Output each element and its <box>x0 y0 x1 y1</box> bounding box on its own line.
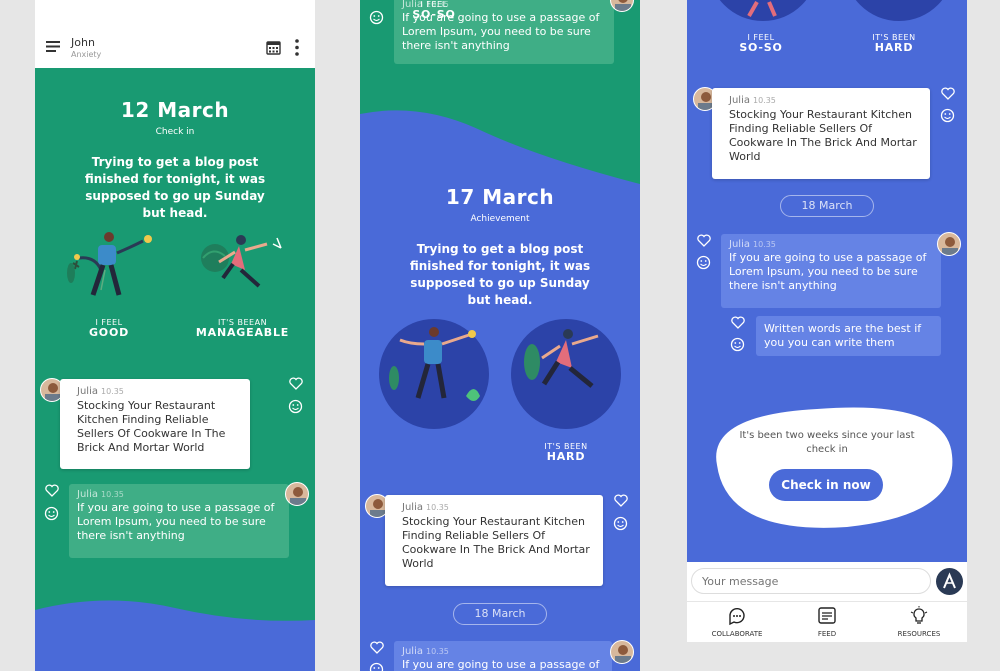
message-bubble[interactable]: Julia 10.35 If you are going to use a pas… <box>721 234 941 308</box>
feel-block-1: I FEEL GOOD <box>73 318 145 339</box>
feel-value: MANAGEABLE <box>195 326 290 339</box>
message-input[interactable] <box>691 568 931 594</box>
sender: Julia 10.35 <box>402 502 449 513</box>
nav-label: FEED <box>817 630 837 638</box>
smile-icon[interactable] <box>369 10 384 25</box>
feel-value: SO-SO <box>412 8 456 21</box>
running-person-illustration <box>201 235 282 288</box>
collaborate-icon <box>729 608 745 626</box>
heart-icon[interactable] <box>289 377 303 390</box>
message-text: Stocking Your Restaurant Kitchen Finding… <box>77 399 226 454</box>
heart-icon[interactable] <box>45 484 59 497</box>
message-text: If you are going to use a passage of <box>402 658 600 671</box>
date-separator: 18 March <box>780 195 874 217</box>
app-header: John Anxiety <box>35 0 315 68</box>
entry-body: Trying to get a blog post finished for t… <box>84 155 266 220</box>
sender: Julia 10.35 <box>77 489 124 500</box>
nav-feed[interactable]: FEED <box>787 606 867 638</box>
smile-icon[interactable] <box>730 337 745 352</box>
avatar[interactable] <box>285 482 309 506</box>
message-bubble[interactable]: Julia 10.35 If you are going to use a pas… <box>69 484 289 558</box>
message-bubble[interactable]: Julia 10.35 If you are going to use a pas… <box>394 641 612 671</box>
running-person-illustration <box>855 0 943 21</box>
feel-block-1: I FEEL SO-SO <box>396 0 472 21</box>
date-separator: 18 March <box>453 603 547 625</box>
user-name: John <box>71 36 95 49</box>
dancing-person-illustration <box>719 0 807 21</box>
feel-value: GOOD <box>88 326 130 339</box>
feel-value: HARD <box>874 41 914 54</box>
wave-decoration <box>35 600 315 671</box>
message-text: If you are going to use a passage of Lor… <box>729 251 927 292</box>
heart-icon[interactable] <box>941 87 955 100</box>
message-text: Stocking Your Restaurant Kitchen Finding… <box>729 108 917 163</box>
message-text: Written words are the best if you you ca… <box>764 322 922 349</box>
smile-icon[interactable] <box>369 662 384 671</box>
checkin-prompt-text: It's been two weeks since your last chec… <box>739 430 915 455</box>
heart-icon[interactable] <box>697 234 711 247</box>
check-in-button[interactable]: Check in now <box>769 469 883 501</box>
smile-icon[interactable] <box>696 255 711 270</box>
entry-date: 17 March <box>445 185 555 209</box>
send-icon <box>943 572 956 589</box>
entry-type: Achievement <box>470 214 530 224</box>
calendar-icon[interactable] <box>266 40 281 55</box>
entry-date: 12 March <box>120 98 230 122</box>
smile-icon[interactable] <box>613 516 628 531</box>
feel-block-2: IT'S BEEN HARD <box>526 442 606 463</box>
feel-value: SO-SO <box>739 41 783 54</box>
menu-icon[interactable] <box>46 41 60 52</box>
nav-label: COLLABORATE <box>711 630 763 638</box>
divider <box>687 601 967 602</box>
screen-achievement: Julia 10.35 If you are going to use a pas… <box>360 0 640 671</box>
message-card[interactable]: Julia 10.35 Stocking Your Restaurant Kitc… <box>385 495 603 586</box>
message-card[interactable]: Julia 10.35 Stocking Your Restaurant Kitc… <box>712 88 930 179</box>
entry-type: Check in <box>155 127 195 137</box>
entry-body: Trying to get a blog post finished for t… <box>409 242 591 307</box>
feel-block-2: IT'S BEEN HARD <box>854 33 934 54</box>
message-text: Stocking Your Restaurant Kitchen Finding… <box>402 515 590 570</box>
feel-block-1: I FEEL SO-SO <box>723 33 799 54</box>
smile-icon[interactable] <box>288 399 303 414</box>
running-person-illustration <box>511 319 621 429</box>
message-bubble[interactable]: Written words are the best if you you ca… <box>756 316 941 356</box>
sender: Julia 10.35 <box>729 95 776 106</box>
sender: Julia 10.35 <box>729 239 776 250</box>
sender: Julia 10.35 <box>77 386 124 397</box>
heart-icon[interactable] <box>370 641 384 654</box>
feel-block-2: IT'S BEEAN MANAGEABLE <box>195 318 290 339</box>
dancing-person-illustration <box>67 232 152 296</box>
feed-icon <box>818 607 836 624</box>
heart-icon[interactable] <box>731 316 745 329</box>
resources-icon <box>910 606 928 624</box>
nav-collaborate[interactable]: COLLABORATE <box>697 606 777 638</box>
dancing-person-illustration <box>379 319 489 429</box>
nav-label: RESOURCES <box>897 630 941 638</box>
more-vert-icon[interactable] <box>295 39 299 56</box>
send-button[interactable] <box>936 568 963 595</box>
avatar[interactable] <box>610 640 634 664</box>
prompt-blob <box>716 407 953 528</box>
message-card[interactable]: Julia 10.35 Stocking Your Restaurant Kitc… <box>60 379 250 469</box>
user-condition: Anxiety <box>71 50 102 59</box>
smile-icon[interactable] <box>940 108 955 123</box>
screen-check-in: John Anxiety 12 March Check in Trying to… <box>35 0 315 671</box>
heart-icon[interactable] <box>614 494 628 507</box>
sender: Julia 10.35 <box>402 646 449 657</box>
avatar[interactable] <box>937 232 961 256</box>
message-text: If you are going to use a passage of Lor… <box>77 501 275 542</box>
smile-icon[interactable] <box>44 506 59 521</box>
nav-resources[interactable]: RESOURCES <box>879 606 959 638</box>
feel-value: HARD <box>546 450 586 463</box>
bottom-panel: COLLABORATE FEED RESOURCES <box>687 562 967 642</box>
screen-chat: I FEEL SO-SO IT'S BEEN HARD Julia 10.35 S… <box>687 0 967 642</box>
